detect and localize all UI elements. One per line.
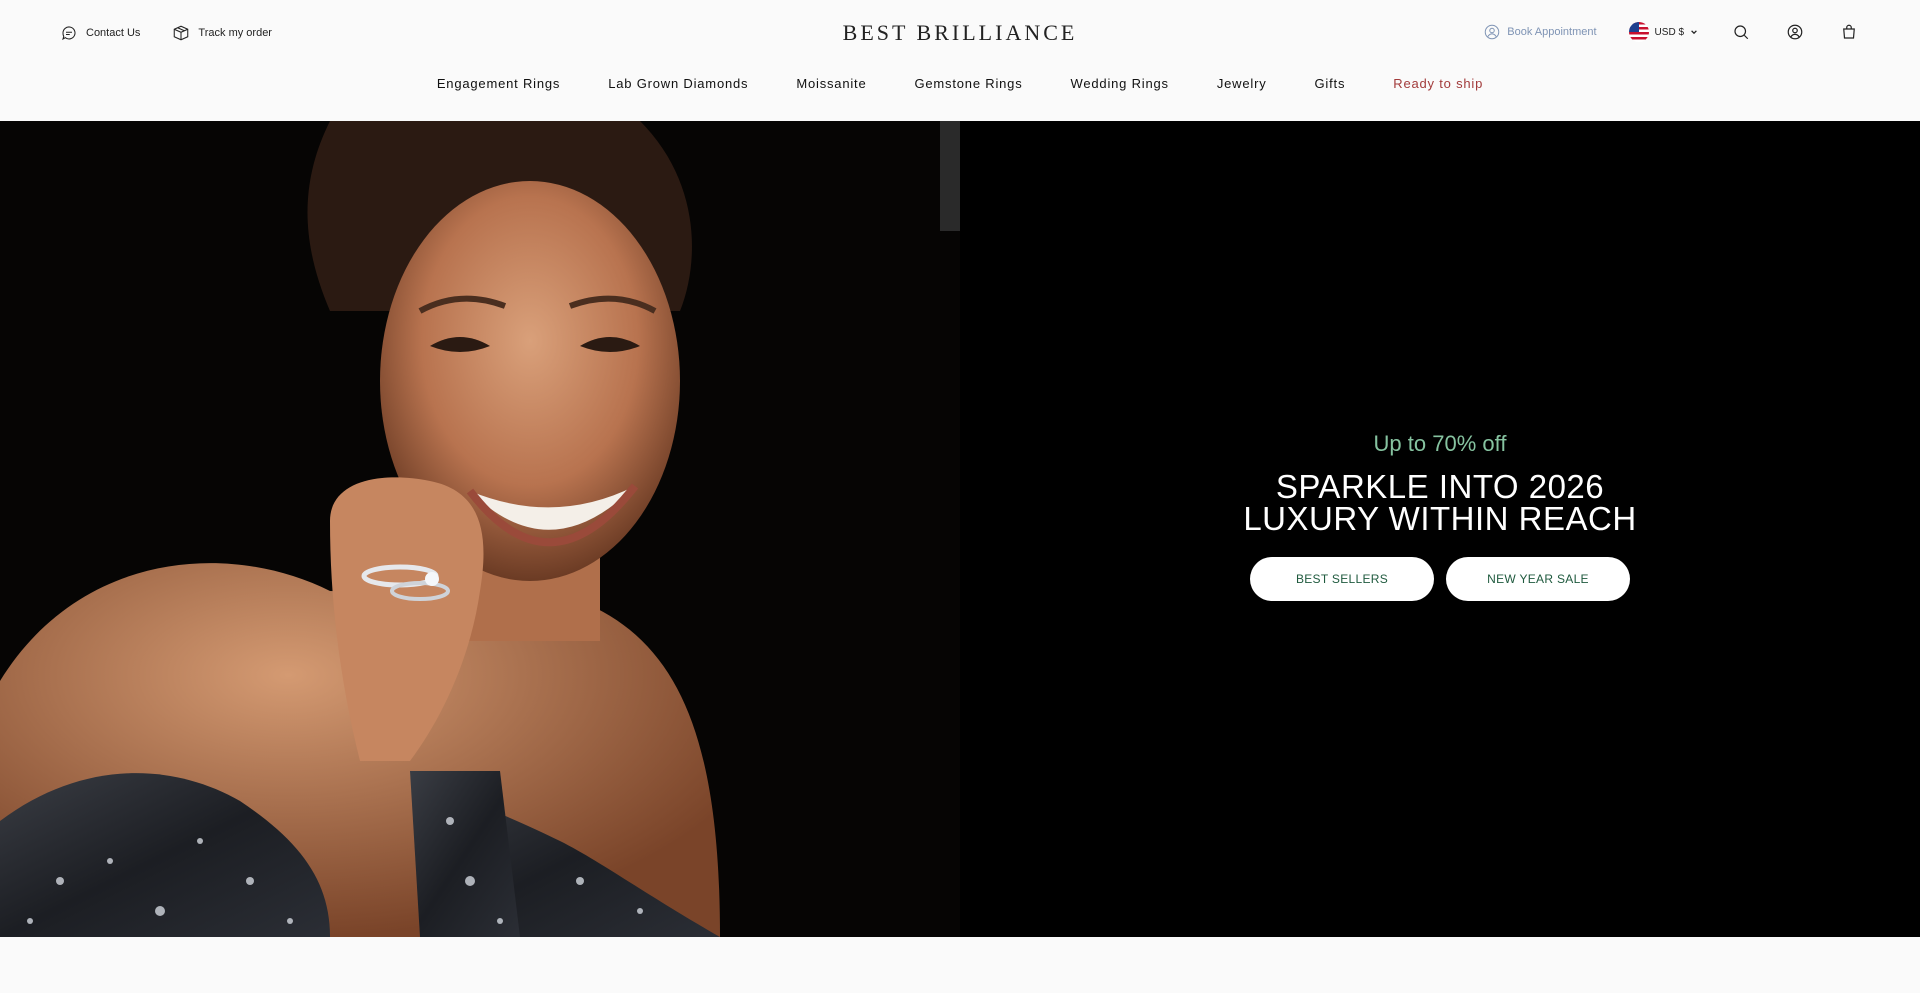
book-appointment-label: Book Appointment [1507,26,1597,38]
currency-selector[interactable]: USD $ [1628,22,1698,42]
book-appointment-link[interactable]: Book Appointment [1483,23,1597,41]
nav-gemstone-rings[interactable]: Gemstone Rings [914,76,1022,91]
cart-button[interactable] [1838,21,1860,43]
bag-icon [1843,24,1855,39]
nav-ready-to-ship[interactable]: Ready to ship [1393,76,1483,91]
new-year-sale-button[interactable]: NEW YEAR SALE [1446,557,1630,601]
site-header: Contact Us Track my order BEST BRILLIANC… [0,0,1920,121]
hero-headline: SPARKLE INTO 2026 LUXURY WITHIN REACH [1200,468,1680,537]
chevron-down-icon [1691,30,1697,35]
nav-wedding-rings[interactable]: Wedding Rings [1071,76,1169,91]
nav-engagement-rings[interactable]: Engagement Rings [437,76,560,91]
account-icon [1787,24,1803,40]
below-fold-section [0,937,1920,993]
best-sellers-button[interactable]: BEST SELLERS [1250,557,1434,601]
model-illustration [0,121,960,937]
hero-photo [0,121,960,937]
search-icon [1734,25,1749,40]
account-button[interactable] [1784,21,1806,43]
currency-label: USD $ [1654,26,1684,38]
hero-banner[interactable]: Up to 70% off SPARKLE INTO 2026 LUXURY W… [0,121,1920,937]
hero-cta-row: BEST SELLERS NEW YEAR SALE [1200,557,1680,601]
calendar-person-icon [1485,24,1500,40]
main-nav: Engagement Rings Lab Grown Diamonds Mois… [0,76,1920,91]
hero-headline-line1: SPARKLE INTO 2026 [1275,468,1605,505]
nav-lab-grown-diamonds[interactable]: Lab Grown Diamonds [608,76,748,91]
us-flag-icon [1628,22,1649,42]
utility-links-right: Book Appointment USD $ [1483,21,1860,43]
nav-gifts[interactable]: Gifts [1315,76,1346,91]
nav-moissanite[interactable]: Moissanite [796,76,866,91]
hero-headline-line2: LUXURY WITHIN REACH [1243,500,1637,537]
hero-content: Up to 70% off SPARKLE INTO 2026 LUXURY W… [1200,431,1680,601]
search-button[interactable] [1730,21,1752,43]
nav-jewelry[interactable]: Jewelry [1217,76,1267,91]
hero-eyebrow: Up to 70% off [1373,431,1507,456]
